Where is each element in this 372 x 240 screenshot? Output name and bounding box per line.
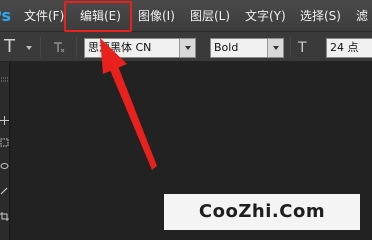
text-orientation-icon[interactable] xyxy=(52,40,66,54)
menu-filter[interactable]: 滤 xyxy=(356,8,368,24)
lasso-tool-icon[interactable] xyxy=(0,162,9,171)
font-size-value: 24 点 xyxy=(330,41,359,54)
type-tool-icon[interactable]: T xyxy=(4,36,15,57)
menu-type[interactable]: 文字(Y) xyxy=(245,8,286,24)
menu-file[interactable]: 文件(F) xyxy=(24,8,64,24)
tool-preset-dropdown-icon[interactable] xyxy=(26,46,32,50)
marquee-tool-icon[interactable] xyxy=(0,138,9,147)
move-tool-icon[interactable] xyxy=(0,116,9,125)
options-divider xyxy=(76,37,77,57)
panel-grip-icon[interactable] xyxy=(0,76,9,85)
menu-image[interactable]: 图像(I) xyxy=(138,8,175,24)
chevron-down-icon[interactable] xyxy=(267,39,283,57)
menu-select[interactable]: 选择(S) xyxy=(300,8,341,24)
font-style-value: Bold xyxy=(214,41,239,54)
quick-selection-tool-icon[interactable] xyxy=(0,186,9,195)
font-size-input[interactable]: 24 点 xyxy=(326,38,372,58)
font-size-icon: T xyxy=(298,40,307,56)
edit-menu-highlight-box xyxy=(64,1,132,32)
font-style-select[interactable]: Bold xyxy=(210,38,284,58)
tools-panel xyxy=(0,62,10,240)
photoshop-logo: Ps xyxy=(0,6,11,25)
font-size-glyph: T xyxy=(298,40,307,56)
chevron-down-icon[interactable] xyxy=(179,39,195,57)
options-bar: T 思源黑体 CN Bold T 24 点 xyxy=(0,32,372,62)
menu-layer[interactable]: 图层(L) xyxy=(190,8,230,24)
options-divider xyxy=(290,37,291,57)
crop-tool-icon[interactable] xyxy=(0,212,9,221)
options-divider xyxy=(40,37,41,57)
font-family-value: 思源黑体 CN xyxy=(88,41,152,54)
menu-bar: Ps 文件(F) 编辑(E) 图像(I) 图层(L) 文字(Y) 选择(S) 滤 xyxy=(0,0,372,32)
watermark-banner: CooZhi.Com xyxy=(164,194,360,230)
font-family-select[interactable]: 思源黑体 CN xyxy=(84,38,196,58)
